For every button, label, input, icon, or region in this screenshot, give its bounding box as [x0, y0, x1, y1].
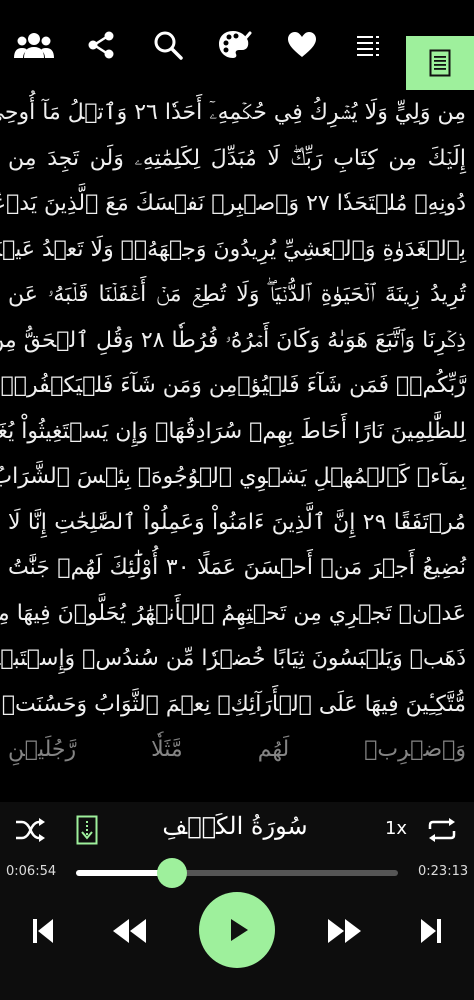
skip-previous-icon [33, 919, 53, 943]
previous-button[interactable] [28, 914, 58, 948]
text-line: مُّتَّكِـِٔينَ فِيهَا عَلَى ٱلۡأَرَآئِكِ… [0, 691, 466, 717]
search-button[interactable] [134, 15, 201, 75]
theme-button[interactable] [201, 15, 268, 75]
top-toolbar [0, 0, 474, 90]
text-line: مُرۡتَفَقًا ٢٩ إِنَّ ٱلَّذِينَ ءَامَنُوا… [8, 509, 466, 535]
text-line: وَٱضۡرِبۡ لَهُم مَّثَلٗا رَّجُلَيۡنِ [8, 737, 466, 762]
text-line: لِلظَّٰلِمِينَ نَارًا أَحَاطَ بِهِمۡ سُر… [0, 418, 466, 444]
shuffle-icon [16, 818, 45, 842]
search-icon [154, 31, 183, 60]
download-icon [76, 815, 98, 845]
fast-forward-button[interactable] [324, 914, 366, 948]
next-button[interactable] [416, 914, 446, 948]
rewind-button[interactable] [108, 914, 150, 948]
repeat-button[interactable] [424, 814, 460, 846]
text-line: مِن وَلِيٍّ وَلَا يُشۡرِكُ فِي حُكۡمِهِۦ… [0, 100, 466, 125]
audio-player: سُورَةُ الكَهۡفِ 1x 0:06:54 0:23:13 [0, 802, 474, 1000]
groups-icon [13, 33, 54, 58]
groups-button[interactable] [0, 15, 67, 75]
list-icon [356, 36, 379, 56]
seek-thumb[interactable] [156, 858, 187, 888]
index-button[interactable] [335, 15, 402, 75]
text-line: بِمَآءٖ كَٱلۡمُهۡلِ يَشۡوِي ٱلۡوُجُوهَۚ … [0, 464, 466, 489]
page-icon [429, 49, 451, 77]
text-line: تُرِيدُ زِينَةَ ٱلۡحَيَوٰةِ ٱلدُّنۡيَاۖ … [8, 282, 466, 307]
text-line: بِٱلۡغَدَوٰةِ وَٱلۡعَشِيِّ يُرِيدُونَ وَ… [0, 236, 466, 262]
playback-speed[interactable]: 1x [380, 818, 412, 839]
text-line: عَدۡنٖ تَجۡرِي مِن تَحۡتِهِمُ ٱلۡأَنۡهَٰ… [0, 600, 466, 626]
text-line: إِلَيۡكَ مِن كِتَابِ رَبِّكَۖ لَا مُبَدِ… [8, 145, 466, 171]
total-time: 0:23:13 [418, 864, 469, 879]
player-options-row: سُورَةُ الكَهۡفِ 1x [0, 802, 474, 857]
share-icon [88, 31, 113, 59]
play-icon [231, 919, 248, 941]
page-view-button[interactable] [406, 36, 474, 90]
seek-bar[interactable] [76, 858, 398, 888]
play-button[interactable] [199, 892, 275, 968]
favorite-button[interactable] [268, 15, 335, 75]
fast-forward-icon [328, 919, 361, 943]
text-line: ذِكۡرِنَا وَٱتَّبَعَ هَوَىٰهُ وَكَانَ أَ… [0, 327, 466, 353]
heart-icon [287, 32, 316, 57]
elapsed-time: 0:06:54 [6, 864, 57, 879]
skip-next-icon [421, 919, 441, 943]
text-line: نُضِيعُ أَجۡرَ مَنۡ أَحۡسَنَ عَمَلًا ٣٠ … [8, 555, 466, 580]
text-line: ذَهَبٖ وَيَلۡبَسُونَ ثِيَابًا خُضۡرٗا مِ… [0, 646, 466, 671]
share-button[interactable] [67, 15, 134, 75]
shuffle-button[interactable] [12, 814, 48, 846]
rewind-icon [113, 919, 146, 943]
quran-page[interactable]: مِن وَلِيٍّ وَلَا يُشۡرِكُ فِي حُكۡمِهِۦ… [0, 90, 474, 802]
palette-icon [218, 31, 251, 58]
repeat-icon [428, 818, 456, 842]
text-line: رَّبِّكُمۡۖ فَمَن شَآءَ فَلۡيُؤۡمِن وَمَ… [0, 373, 466, 398]
text-line: دُونِهِۦ مُلۡتَحَدٗا ٢٧ وَٱصۡبِرۡ نَفۡسَ… [0, 191, 466, 216]
surah-name[interactable]: سُورَةُ الكَهۡفِ [150, 812, 320, 852]
download-button[interactable] [74, 814, 100, 846]
